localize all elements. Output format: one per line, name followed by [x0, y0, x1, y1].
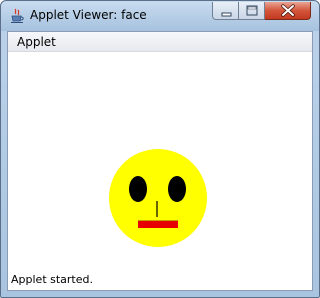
minimize-icon — [221, 12, 232, 17]
menu-applet[interactable]: Applet — [16, 35, 57, 49]
face-circle — [109, 149, 207, 247]
title-bar[interactable]: Applet Viewer: face — [1, 1, 319, 31]
maximize-icon — [246, 5, 258, 16]
mouth-rect — [138, 220, 178, 228]
applet-canvas — [8, 53, 312, 270]
window-title: Applet Viewer: face — [30, 8, 147, 22]
maximize-button[interactable] — [239, 2, 265, 20]
left-eye — [129, 176, 147, 202]
close-button[interactable] — [265, 2, 311, 20]
face-drawing — [109, 149, 207, 247]
right-eye — [168, 176, 186, 202]
minimize-button[interactable] — [212, 2, 239, 20]
java-cup-icon[interactable] — [9, 8, 25, 24]
applet-viewer-client: Applet Applet started. — [7, 31, 313, 291]
close-icon — [281, 4, 295, 17]
menu-bar: Applet — [8, 32, 312, 52]
mouth-top-edge — [138, 220, 178, 221]
applet-viewer-window: Applet Viewer: face Applet Applet starte… — [0, 0, 320, 298]
status-bar: Applet started. — [8, 270, 312, 290]
status-text: Applet started. — [11, 273, 93, 286]
